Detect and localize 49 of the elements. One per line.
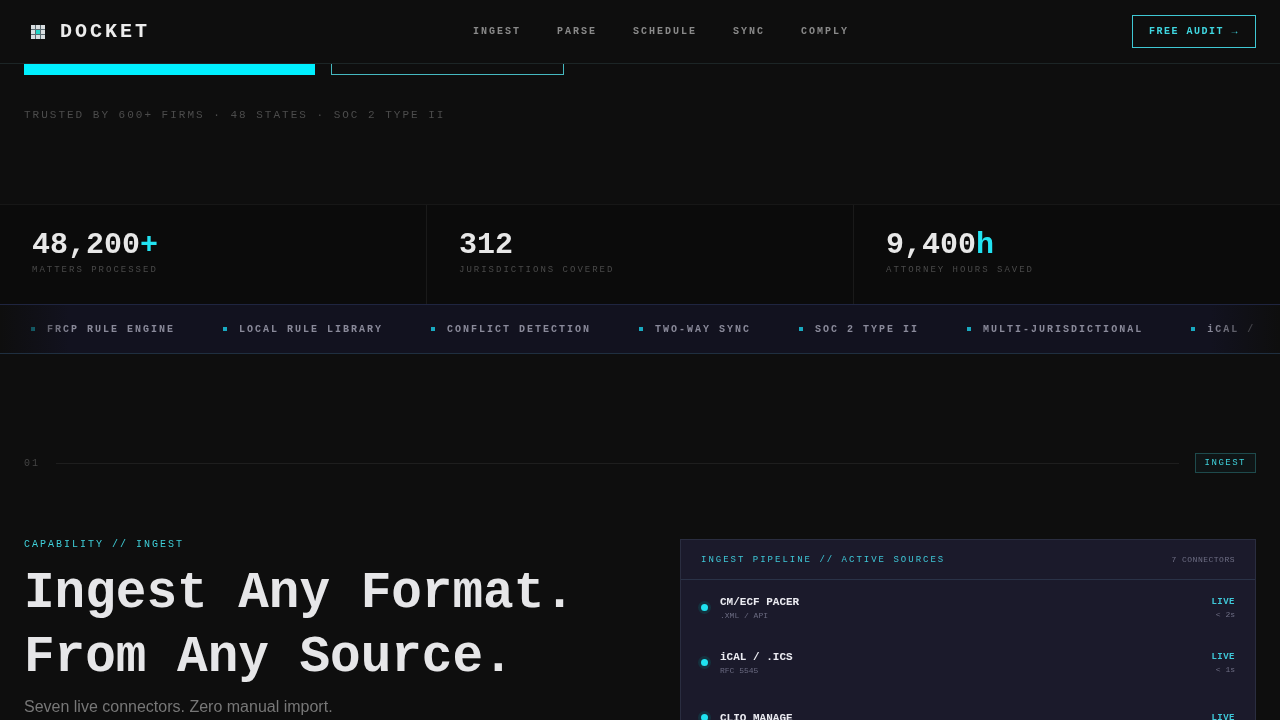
feature-label: FRCP RULE ENGINE: [47, 323, 175, 335]
bullet-icon: [1191, 327, 1196, 331]
nav-link[interactable]: PARSE: [556, 26, 597, 37]
latency-text: < 2s: [1214, 609, 1235, 619]
status-dot: [701, 714, 708, 720]
nav-link[interactable]: SYNC: [733, 26, 765, 37]
eyebrow-label: CAPABILITY // INGEST: [24, 539, 186, 550]
brand-name: DOCKET: [60, 20, 150, 43]
stat-label: JURISDICTIONS COVERED: [459, 265, 616, 275]
bullet-icon: [431, 327, 436, 331]
bullet-icon: [639, 327, 644, 331]
status-dot: [701, 604, 708, 611]
connector-name: iCAL / .ICS: [720, 650, 794, 663]
feature-label: SOC 2 TYPE II: [815, 323, 920, 335]
connector-detail: .XML / API: [720, 610, 769, 620]
secondary-button[interactable]: [331, 64, 564, 75]
stat-value: 48,200+: [32, 229, 160, 261]
trust-line: TRUSTED BY 600+ FIRMS · 48 STATES · SOC 2 TYPE II: [24, 109, 447, 121]
grid-logo-icon: [30, 24, 46, 39]
connector-name: CM/ECF PACER: [720, 595, 801, 608]
nav-link[interactable]: COMPLY: [801, 26, 850, 37]
connector-name: CLIO MANAGE: [720, 711, 794, 720]
panel-title: INGEST PIPELINE // ACTIVE SOURCES: [701, 554, 946, 565]
bullet-icon: [223, 327, 227, 331]
section-heading: Ingest Any Format. From Any Source.: [24, 564, 576, 688]
stat-value: 312: [459, 229, 514, 261]
latency-text: < 1s: [1214, 664, 1235, 674]
section-tag: INGEST: [1194, 453, 1256, 473]
status-label: LIVE: [1211, 651, 1235, 662]
bullet-icon: [31, 327, 35, 331]
stat-value: 9,400h: [886, 229, 996, 261]
feature-label: iCAL /: [1207, 323, 1256, 335]
nav-link[interactable]: SCHEDULE: [633, 26, 697, 37]
free-audit-button[interactable]: FREE AUDIT →: [1132, 15, 1256, 48]
stat-label: MATTERS PROCESSED: [32, 265, 159, 275]
status-label: LIVE: [1211, 712, 1235, 720]
connector-count: 7 CONNECTORS: [1171, 555, 1235, 564]
feature-label: TWO-WAY SYNC: [655, 323, 752, 335]
section-subtitle: Seven live connectors. Zero manual import.: [24, 698, 334, 716]
nav-link[interactable]: INGEST: [472, 26, 521, 37]
feature-label: MULTI-JURISDICTIONAL: [983, 323, 1144, 335]
status-label: LIVE: [1211, 596, 1235, 607]
bullet-icon: [967, 327, 972, 331]
feature-label: CONFLICT DETECTION: [447, 323, 592, 335]
stat-label: ATTORNEY HOURS SAVED: [886, 265, 1036, 275]
bullet-icon: [799, 327, 804, 331]
status-dot: [701, 659, 708, 666]
feature-label: LOCAL RULE LIBRARY: [239, 323, 384, 335]
connector-detail: RFC 5545: [720, 665, 760, 675]
